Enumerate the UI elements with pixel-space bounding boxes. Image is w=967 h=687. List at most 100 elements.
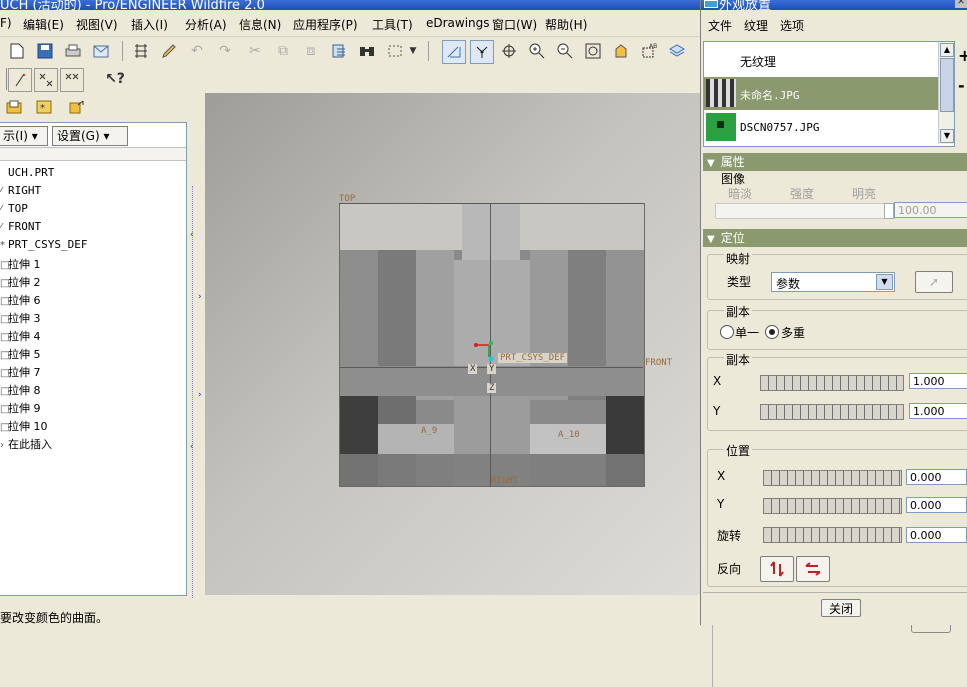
intensity-value-field[interactable]: 100.00 [894,202,967,218]
print-icon[interactable] [62,40,84,62]
send-mail-icon[interactable] [90,40,112,62]
texture-list-scrollbar[interactable]: ▲ ▼ [938,42,954,144]
menu-info[interactable]: 信息(N) [239,16,281,33]
favorites-icon[interactable]: * [33,96,55,118]
annotation-a10[interactable]: A_10 [558,430,580,440]
graphics-viewport[interactable]: TOP FRONT RIGHT PRT_CSYS_DEF A_9 A_10 X … [205,93,700,595]
datum-axes-toggle-icon[interactable] [470,40,494,64]
paste-special-icon[interactable] [328,40,350,62]
copy-icon[interactable]: ⧉ [272,40,294,62]
texture-list[interactable]: 无纹理 未命名.JPG DSCN0757.JPG ▲ ▼ [703,41,955,147]
close-button[interactable]: 关闭 [821,599,861,617]
placement-section-header[interactable]: ▼ 定位 [703,229,967,247]
tree-item-extrude[interactable]: □拉伸 8 [0,382,41,398]
point-display-icon[interactable] [34,68,58,92]
tree-item-extrude[interactable]: □拉伸 5 [0,346,41,362]
dialog-menu-file[interactable]: 文件 [708,17,732,34]
tree-item-part[interactable]: UCH.PRT [0,166,54,179]
texture-item[interactable]: 无纹理 [704,44,938,76]
collapse-left-icon[interactable]: ‹ [190,230,194,240]
flip-vertical-button[interactable] [760,556,794,582]
radio-multiple[interactable] [765,325,779,339]
zoom-in-icon[interactable] [526,40,548,62]
scale-x-field[interactable]: 1.000 [909,373,967,389]
saved-views-icon[interactable]: AB [638,40,660,62]
new-file-icon[interactable] [6,40,28,62]
connections-icon[interactable] [66,96,88,118]
pos-x-field[interactable]: 0.000 [906,469,967,485]
dialog-menu-options[interactable]: 选项 [780,17,804,34]
expand-right-icon[interactable]: › [198,292,202,302]
collapse-left-icon[interactable]: ‹ [190,442,194,452]
add-texture-icon[interactable]: + [958,46,967,65]
flip-horizontal-button[interactable] [796,556,830,582]
tree-item-extrude[interactable]: □拉伸 2 [0,274,41,290]
context-help-icon[interactable]: ↖? [104,68,126,90]
chevron-down-icon[interactable]: ▼ [876,274,893,290]
pos-y-field[interactable]: 0.000 [906,497,967,513]
selection-box-icon[interactable] [384,40,406,62]
cut-icon[interactable]: ✂ [244,40,266,62]
paste-icon[interactable]: ⧈ [300,40,322,62]
panel-sash[interactable]: ‹ › › ‹ [188,122,203,606]
scale-y-thumbwheel[interactable] [760,404,904,420]
pos-y-thumbwheel[interactable] [763,498,902,514]
csys-triad-icon[interactable] [471,337,501,363]
scroll-down-icon[interactable]: ▼ [940,129,954,143]
datum-planes-toggle-icon[interactable] [442,40,466,64]
regenerate-icon[interactable] [130,40,152,62]
tree-item-front[interactable]: ⁄ FRONT [0,220,41,233]
menu-applications[interactable]: 应用程序(P) [293,16,358,33]
redo-icon[interactable]: ↷ [214,40,236,62]
tree-item-top[interactable]: ⁄ TOP [0,202,28,215]
menu-edrawings[interactable]: eDrawings [426,16,490,30]
scroll-thumb[interactable] [940,58,954,112]
datum-points-toggle-icon[interactable] [498,40,520,62]
scale-x-thumbwheel[interactable] [760,375,904,391]
reorient-icon[interactable] [610,40,632,62]
menu-insert[interactable]: 插入(I) [131,16,168,33]
texture-item-selected[interactable]: 未命名.JPG [704,77,938,110]
selection-dropdown-icon[interactable]: ▼ [406,40,420,62]
texture-item[interactable]: DSCN0757.JPG [704,111,938,144]
save-icon[interactable] [34,40,56,62]
tree-item-insert-here[interactable]: › 在此插入 [0,436,52,452]
intensity-slider[interactable] [715,203,895,219]
radio-single[interactable] [720,325,734,339]
edit-definition-icon[interactable] [158,40,180,62]
expand-right-icon[interactable]: › [198,390,202,400]
csys-label[interactable]: PRT_CSYS_DEF [498,353,568,363]
intensity-slider-handle[interactable] [884,203,894,219]
menu-view[interactable]: 视图(V) [76,16,118,33]
find-icon[interactable] [356,40,378,62]
radio-single-label[interactable]: 单一 [735,324,759,341]
menu-file[interactable]: F) [0,16,12,30]
menu-edit[interactable]: 编辑(E) [23,16,64,33]
remove-texture-icon[interactable]: - [958,76,965,95]
tree-item-extrude[interactable]: □拉伸 4 [0,328,41,344]
tree-item-extrude[interactable]: □拉伸 1 [0,256,41,272]
menu-help[interactable]: 帮助(H) [545,16,587,33]
layers-icon[interactable] [666,40,688,62]
annotation-a9[interactable]: A_9 [421,426,437,436]
folder-browser-icon[interactable] [3,96,25,118]
tree-item-extrude[interactable]: □拉伸 6 [0,292,41,308]
datum-label-top[interactable]: TOP [339,194,355,204]
radio-multiple-label[interactable]: 多重 [781,324,805,341]
properties-section-header[interactable]: ▼ 属性 [703,153,967,171]
show-dropdown[interactable]: 示(I) ▾ [0,126,48,146]
tree-item-extrude[interactable]: □拉伸 10 [0,418,48,434]
menu-window[interactable]: 窗口(W) [492,16,537,33]
scale-y-field[interactable]: 1.000 [909,403,967,419]
refit-icon[interactable] [582,40,604,62]
zoom-out-icon[interactable] [554,40,576,62]
rotate-thumbwheel[interactable] [763,527,902,543]
pos-x-thumbwheel[interactable] [763,470,902,486]
tree-item-right[interactable]: ⁄ RIGHT [0,184,41,197]
tree-item-extrude[interactable]: □拉伸 3 [0,310,41,326]
select-pointer-button[interactable]: ➚ [915,271,953,293]
dialog-menu-texture[interactable]: 纹理 [744,17,768,34]
csys-display-icon[interactable] [60,68,84,92]
tree-item-extrude[interactable]: □拉伸 9 [0,400,41,416]
menu-analysis[interactable]: 分析(A) [185,16,227,33]
